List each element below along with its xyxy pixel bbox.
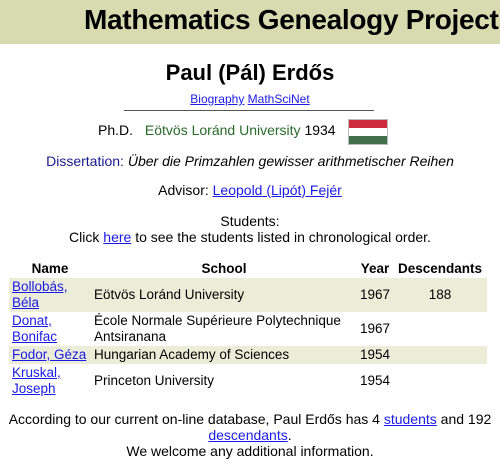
degree-type: Ph.D.	[98, 122, 134, 138]
column-header-year: Year	[360, 260, 390, 276]
student-link[interactable]: Bollobás, Béla	[12, 279, 68, 310]
column-header-school: School	[201, 260, 247, 276]
school-cell: Eötvös Loránd University	[91, 278, 357, 312]
table-row: Kruskal, Joseph Princeton University 1954	[9, 364, 487, 398]
advisor-link[interactable]: Leopold (Lipót) Fejér	[213, 182, 342, 198]
descendants-count-link[interactable]: descendants	[208, 427, 287, 443]
descendants-cell	[393, 346, 488, 364]
table-row: Fodor, Géza Hungarian Academy of Science…	[9, 346, 488, 364]
year-cell: 1954	[357, 346, 394, 364]
students-header: Students: Click here to see the students…	[0, 213, 500, 245]
footer-period: .	[287, 427, 292, 443]
students-heading: Students:	[220, 213, 280, 229]
flag-stripe-red	[349, 120, 387, 128]
year-cell: 1967	[360, 321, 391, 336]
school-cell: École Normale Supérieure Polytechnique An…	[94, 313, 341, 344]
advisor-label: Advisor:	[158, 182, 209, 198]
degree-year: 1934	[304, 122, 336, 138]
table-row: Bollobás, Béla Eötvös Loránd University 1…	[9, 278, 488, 312]
footer: According to our current on-line databas…	[0, 411, 500, 459]
column-header-name: Name	[31, 260, 69, 276]
student-link[interactable]: Kruskal, Joseph	[12, 365, 61, 396]
students-table: Name School Year Descendants Bollobás, Bé…	[9, 258, 488, 398]
degree-line: Ph.D. Eötvös Loránd University 1934	[98, 122, 336, 138]
student-name-cell: Kruskal, Joseph	[9, 364, 91, 398]
mathematician-name: Paul (Pál) Erdős	[165, 60, 335, 85]
degree-university: Eötvös Loránd University	[144, 122, 301, 138]
student-link[interactable]: Fodor, Géza	[12, 347, 86, 362]
footer-summary: According to our current on-line databas…	[0, 411, 500, 443]
site-banner: Mathematics Genealogy Project	[0, 0, 500, 44]
descendants-cell: 188	[393, 278, 488, 312]
mathscinet-link[interactable]: MathSciNet	[248, 92, 310, 106]
school-cell: Princeton University	[94, 373, 215, 388]
divider	[124, 110, 374, 111]
column-header-descendants: Descendants	[398, 260, 483, 276]
chronological-note: Click here to see the students listed in…	[0, 229, 500, 245]
student-name-cell: Fodor, Géza	[9, 346, 91, 364]
year-cell: 1954	[360, 373, 391, 388]
profile-links: Biography MathSciNet	[0, 92, 500, 106]
descendants-cell	[393, 364, 487, 398]
dissertation-title: Über die Primzahlen gewisser arithmetisc…	[127, 153, 454, 169]
footer-welcome: We welcome any additional information.	[126, 443, 374, 459]
student-name-cell: Bollobás, Béla	[9, 278, 91, 312]
school-cell: Hungarian Academy of Sciences	[91, 346, 357, 364]
footer-text: and 192	[440, 411, 492, 427]
descendants-cell	[393, 312, 487, 346]
biography-link[interactable]: Biography	[190, 92, 244, 106]
click-text-rest: to see the students listed in chronologi…	[135, 229, 431, 245]
year-cell: 1967	[357, 278, 394, 312]
advisor-line: Advisor: Leopold (Lipót) Fejér	[0, 182, 500, 198]
table-header-row: Name School Year Descendants	[9, 258, 487, 278]
site-title: Mathematics Genealogy Project	[84, 4, 499, 35]
hungary-flag-icon	[348, 119, 388, 145]
flag-stripe-white	[349, 128, 387, 136]
dissertation-line: Dissertation: Über die Primzahlen gewiss…	[0, 153, 500, 169]
students-count-link[interactable]: students	[384, 411, 437, 427]
dissertation-label: Dissertation:	[46, 153, 124, 169]
chronological-order-link[interactable]: here	[103, 229, 131, 245]
click-text: Click	[69, 229, 100, 245]
footer-text: According to our current on-line databas…	[8, 411, 380, 427]
student-link[interactable]: Donat, Bonifac	[12, 313, 57, 344]
student-name-cell: Donat, Bonifac	[9, 312, 91, 346]
flag-stripe-green	[349, 136, 387, 144]
table-row: Donat, Bonifac École Normale Supérieure P…	[9, 312, 487, 346]
